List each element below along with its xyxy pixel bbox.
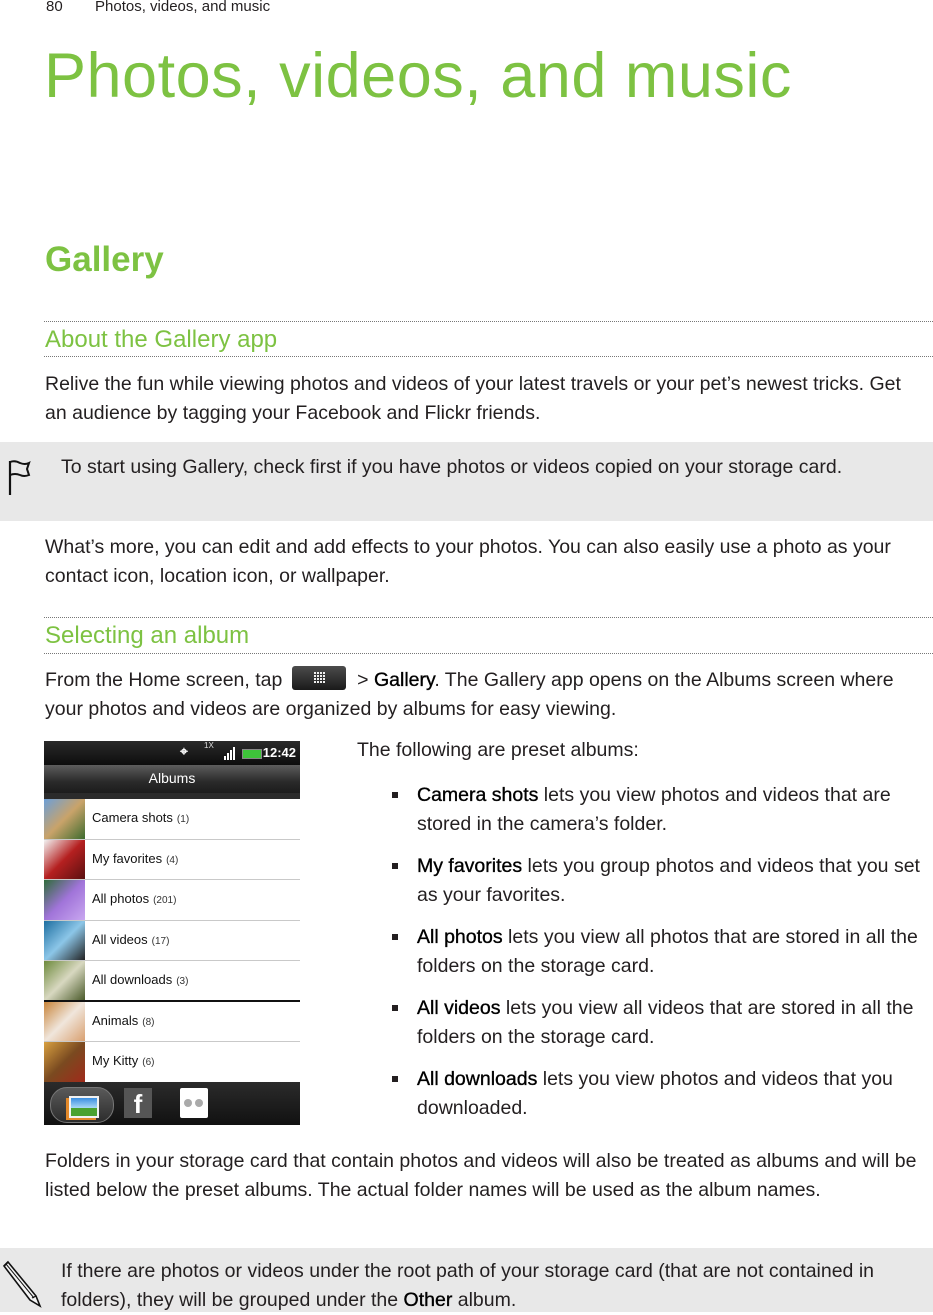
album-name: My Kitty (6) xyxy=(92,1053,154,1068)
facebook-icon: f xyxy=(133,1089,143,1119)
album-term: My favorites xyxy=(417,855,523,877)
divider xyxy=(44,356,933,357)
battery-icon xyxy=(242,749,262,759)
status-time: 12:42 xyxy=(262,745,296,760)
bullet-icon xyxy=(392,792,398,798)
album-count: (3) xyxy=(176,976,189,987)
album-term: Camera shots xyxy=(417,784,539,806)
album-row[interactable]: Animals (8) xyxy=(44,1001,300,1042)
pencil-icon xyxy=(2,1258,44,1313)
album-name: All videos (17) xyxy=(92,932,169,947)
divider xyxy=(44,653,933,654)
note-text-after: album. xyxy=(452,1289,517,1311)
album-name-text: My Kitty xyxy=(92,1053,139,1068)
album-count: (6) xyxy=(142,1057,155,1068)
flag-icon xyxy=(6,457,32,502)
album-term: All downloads xyxy=(417,1068,538,1090)
bullet-icon xyxy=(392,934,398,940)
album-name: All photos (201) xyxy=(92,891,176,906)
album-count: (1) xyxy=(176,814,190,825)
album-thumbnail xyxy=(44,1001,85,1041)
album-thumbnail xyxy=(44,1042,85,1082)
folders-paragraph: Folders in your storage card that contai… xyxy=(45,1150,917,1201)
list-item: My favorites lets you group photos and v… xyxy=(392,852,932,910)
bullet-icon xyxy=(392,863,398,869)
album-name: My favorites (4) xyxy=(92,851,178,866)
running-header: 80 Photos, videos, and music xyxy=(46,0,270,15)
album-count: (17) xyxy=(151,935,170,947)
bullet-icon xyxy=(392,1076,398,1082)
page-number: 80 xyxy=(46,0,63,15)
note-text: To start using Gallery, check first if y… xyxy=(61,456,843,478)
album-name-text: All photos xyxy=(92,891,150,906)
running-chapter: Photos, videos, and music xyxy=(95,0,271,15)
status-bar: ⌖ 1X 12:42 xyxy=(44,741,300,765)
note-box-2: If there are photos or videos under the … xyxy=(0,1248,933,1312)
section-title: Gallery xyxy=(45,240,164,279)
selecting-intro: From the Home screen, tap > Gallery. The… xyxy=(45,665,925,724)
album-thumbnail xyxy=(44,961,85,1000)
note-text-2: If there are photos or videos under the … xyxy=(61,1257,921,1315)
album-thumbnail xyxy=(44,839,85,879)
album-name: Animals (8) xyxy=(92,1013,154,1028)
album-name-text: My favorites xyxy=(92,850,163,866)
other-album-label: Other xyxy=(403,1289,453,1311)
album-count: (4) xyxy=(166,854,179,866)
flickr-tab[interactable] xyxy=(180,1088,208,1118)
facebook-tab[interactable]: f xyxy=(124,1088,152,1119)
album-thumbnail xyxy=(44,880,85,920)
intro-text: From the Home screen, tap xyxy=(45,669,288,691)
about-paragraph: Relive the fun while viewing photos and … xyxy=(45,373,901,424)
album-row[interactable]: All videos (17) xyxy=(44,920,300,961)
gallery-label: Gallery xyxy=(374,669,435,691)
album-name-text: All downloads xyxy=(92,972,173,987)
list-item: All videos lets you view all videos that… xyxy=(392,994,932,1052)
album-name: All downloads (3) xyxy=(92,972,188,987)
album-thumbnail xyxy=(44,920,85,960)
album-term: All videos xyxy=(417,997,501,1019)
album-name-text: Animals xyxy=(92,1012,139,1028)
all-apps-grid-icon xyxy=(291,665,346,690)
gallery-tab[interactable] xyxy=(50,1087,114,1123)
gps-icon: ⌖ xyxy=(180,743,188,759)
list-item: All downloads lets you view photos and v… xyxy=(392,1065,932,1123)
divider xyxy=(44,321,933,322)
albums-screenshot: ⌖ 1X 12:42 Albums Camera shots (1) My favo… xyxy=(44,741,300,1125)
album-term: All photos xyxy=(417,926,503,948)
list-intro: The following are preset albums: xyxy=(357,739,639,761)
signal-icon xyxy=(224,747,238,760)
chapter-title: Photos, videos, and music xyxy=(44,41,792,111)
bullet-icon xyxy=(392,1005,398,1011)
album-name-text: Camera shots xyxy=(92,810,173,825)
album-row[interactable]: Camera shots (1) xyxy=(44,799,300,840)
album-list: Camera shots (1) My favorites (4) All photos… xyxy=(44,799,300,1083)
network-icon: 1X xyxy=(204,741,214,750)
albums-title: Albums xyxy=(44,765,300,793)
album-row[interactable]: All downloads (3) xyxy=(44,961,300,1002)
subheading-selecting: Selecting an album xyxy=(45,622,250,649)
source-tabbar: f xyxy=(44,1082,300,1125)
list-item: Camera shots lets you view photos and vi… xyxy=(392,781,932,839)
album-row[interactable]: All photos (201) xyxy=(44,880,300,921)
album-count: (201) xyxy=(153,895,177,906)
subheading-about: About the Gallery app xyxy=(45,326,278,353)
list-item: All photos lets you view all photos that… xyxy=(392,923,932,981)
about-paragraph-2: What’s more, you can edit and add effect… xyxy=(45,536,891,587)
note-box: To start using Gallery, check first if y… xyxy=(0,442,933,521)
album-thumbnail xyxy=(44,799,85,839)
album-count: (8) xyxy=(142,1016,155,1028)
intro-sep: > xyxy=(351,669,374,691)
divider xyxy=(44,617,933,618)
album-name-text: All videos xyxy=(92,931,148,947)
preset-albums-list: Camera shots lets you view photos and vi… xyxy=(392,781,932,1131)
gallery-icon xyxy=(69,1096,99,1118)
album-name: Camera shots (1) xyxy=(92,810,189,825)
album-row[interactable]: My Kitty (6) xyxy=(44,1042,300,1083)
album-row[interactable]: My favorites (4) xyxy=(44,839,300,880)
